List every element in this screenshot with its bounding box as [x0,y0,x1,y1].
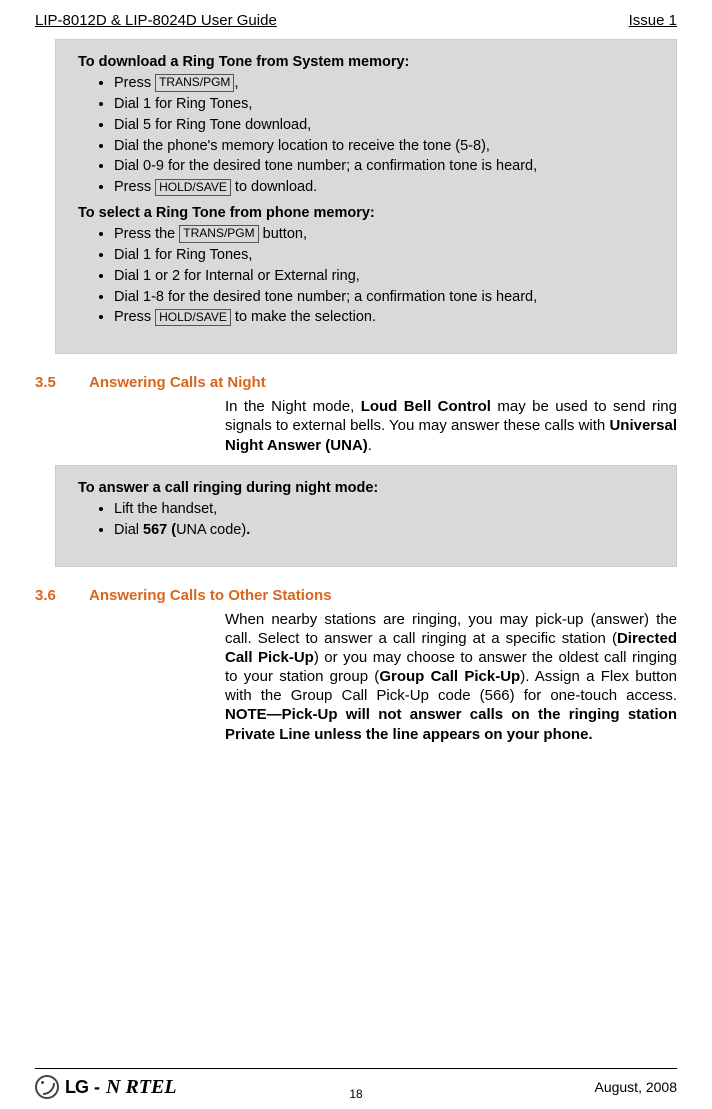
text-bold: NOTE—Pick-Up will not answer calls on th… [225,706,677,742]
list-item: Dial 567 (UNA code). [114,521,654,540]
logo-lg-nortel: LG - N RTEL [35,1075,177,1099]
section-title: Answering Calls at Night [89,374,266,391]
text: In the Night mode, [225,398,361,415]
keycap-hold-save: HOLD/SAVE [155,309,231,327]
list-item: Press HOLD/SAVE to make the selection. [114,308,654,327]
section-heading-36: 3.6 Answering Calls to Other Stations [35,587,677,604]
logo-text-nortel: N RTEL [106,1076,177,1099]
section-35-body: In the Night mode, Loud Bell Control may… [225,397,677,455]
text: , [234,75,238,91]
header-left: LIP-8012D & LIP-8024D User Guide [35,12,277,29]
text: Press [114,179,155,195]
box1-list2: Press the TRANS/PGM button, Dial 1 for R… [114,225,654,327]
list-item: Dial 1 or 2 for Internal or External rin… [114,267,654,286]
header-right: Issue 1 [629,12,677,29]
text: Dial [114,522,143,538]
text: to download. [231,179,317,195]
list-item: Press HOLD/SAVE to download. [114,178,654,197]
logo-hyphen: - [94,1077,100,1098]
lg-face-icon [35,1075,59,1099]
list-item: Press TRANS/PGM, [114,74,654,93]
keycap-trans-pgm: TRANS/PGM [155,74,234,92]
text-bold: Loud Bell Control [361,398,491,415]
instruction-box-night: To answer a call ringing during night mo… [55,465,677,567]
text: Press [114,309,155,325]
text-bold: Group Call Pick-Up [379,668,520,685]
box1-heading1: To download a Ring Tone from System memo… [78,54,654,70]
text: button, [259,226,307,242]
list-item: Dial 0-9 for the desired tone number; a … [114,157,654,176]
instruction-box-ringtone: To download a Ring Tone from System memo… [55,39,677,354]
list-item: Dial 1 for Ring Tones, [114,95,654,114]
text: . [368,437,372,454]
box1-list1: Press TRANS/PGM, Dial 1 for Ring Tones, … [114,74,654,197]
text-bold: 567 ( [143,522,176,538]
text: to make the selection. [231,309,376,325]
document-page: LIP-8012D & LIP-8024D User Guide Issue 1… [0,0,712,1109]
keycap-trans-pgm: TRANS/PGM [179,225,258,243]
list-item: Press the TRANS/PGM button, [114,225,654,244]
text: Press [114,75,155,91]
box1-heading2: To select a Ring Tone from phone memory: [78,205,654,221]
list-item: Dial 1 for Ring Tones, [114,246,654,265]
text: When nearby stations are ringing, you ma… [225,611,677,647]
list-item: Dial the phone's memory location to rece… [114,137,654,156]
page-number: 18 [349,1087,362,1101]
keycap-hold-save: HOLD/SAVE [155,179,231,197]
section-title: Answering Calls to Other Stations [89,587,332,604]
logo-text-lg: LG [65,1077,88,1098]
box2-heading: To answer a call ringing during night mo… [78,480,654,496]
page-header: LIP-8012D & LIP-8024D User Guide Issue 1 [35,12,677,35]
section-heading-35: 3.5 Answering Calls at Night [35,374,677,391]
list-item: Lift the handset, [114,500,654,519]
list-item: Dial 5 for Ring Tone download, [114,116,654,135]
text-bold: . [246,522,250,538]
list-item: Dial 1-8 for the desired tone number; a … [114,288,654,307]
section-number: 3.6 [35,587,71,604]
section-number: 3.5 [35,374,71,391]
box2-list: Lift the handset, Dial 567 (UNA code). [114,500,654,540]
section-36-body: When nearby stations are ringing, you ma… [225,610,677,744]
footer-date: August, 2008 [594,1079,677,1095]
text: UNA code) [176,522,246,538]
text: Press the [114,226,179,242]
